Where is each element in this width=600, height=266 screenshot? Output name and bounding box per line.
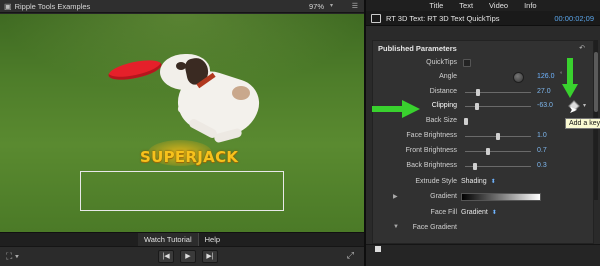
param-label: Back Brightness — [406, 162, 457, 169]
green-arrow-down-icon — [562, 58, 578, 98]
dog-spot — [232, 86, 250, 100]
published-parameters-panel: Published Parameters ↶ QuickTips Angle 1… — [372, 40, 594, 244]
param-label: Face Fill — [430, 209, 457, 216]
slider-knob[interactable] — [474, 103, 479, 110]
chevron-down-icon[interactable]: ▾ — [330, 2, 333, 9]
next-edit-icon[interactable]: ▶| — [202, 250, 218, 263]
text-bounding-box[interactable] — [80, 171, 284, 211]
param-row-face-brightness: Face Brightness 1.0 — [373, 130, 595, 143]
viewer-tabbar: Watch Tutorial Help — [0, 232, 364, 246]
param-label: QuickTips — [426, 59, 457, 66]
slider-knob[interactable] — [464, 118, 469, 125]
reset-icon[interactable]: ↶ — [579, 44, 585, 52]
view-options-icon[interactable]: ⛶ ▾ — [6, 251, 19, 262]
tab-title[interactable]: Title — [421, 0, 451, 11]
disclosure-triangle-icon[interactable]: ▼ — [393, 224, 399, 230]
inspector-footer — [366, 244, 600, 266]
param-value[interactable]: 27.0 — [537, 88, 551, 95]
front-brightness-slider-track[interactable] — [465, 151, 531, 152]
param-value[interactable]: 0.3 — [537, 162, 547, 169]
slider-knob[interactable] — [476, 89, 481, 96]
quicktips-checkbox[interactable] — [463, 59, 471, 67]
param-row-front-brightness: Front Brightness 0.7 — [373, 145, 595, 158]
chevron-updown-icon: ⬍ — [490, 179, 496, 185]
param-label: Clipping — [431, 102, 457, 109]
param-label: Front Brightness — [405, 147, 457, 154]
inspector-pane: Title Text Video Info RT 3D Text: RT 3D … — [366, 0, 600, 266]
angle-dial[interactable] — [513, 72, 524, 83]
face-fill-popup[interactable]: Gradient ⬍ — [461, 209, 497, 216]
tooltip: Add a keyframe — [565, 118, 600, 129]
chevron-down-icon[interactable]: ▾ — [583, 102, 586, 109]
tab-video[interactable]: Video — [481, 0, 516, 11]
film-icon: ▣ — [4, 1, 12, 11]
slider-knob[interactable] — [472, 163, 477, 170]
param-value[interactable]: 0.7 — [537, 147, 547, 154]
stop-icon[interactable] — [375, 246, 381, 252]
param-label: Angle — [439, 73, 457, 80]
play-icon[interactable]: ▶ — [180, 250, 196, 263]
mouse-pointer-icon: ➤ — [569, 105, 578, 116]
param-row-gradient: ▶ Gradient — [373, 191, 595, 204]
param-row-back-brightness: Back Brightness 0.3 — [373, 160, 595, 173]
param-value[interactable]: -63.0 — [537, 102, 553, 109]
transport-controls: |◀ ▶ ▶| — [158, 250, 218, 263]
tab-help[interactable]: Help — [197, 233, 226, 246]
param-label: Face Brightness — [406, 132, 457, 139]
tab-info[interactable]: Info — [516, 0, 545, 11]
param-value[interactable]: 1.0 — [537, 132, 547, 139]
green-arrow-right-icon — [372, 100, 420, 118]
title-clip-icon — [371, 14, 381, 23]
param-label: Face Gradient — [412, 224, 457, 231]
param-row-face-gradient: ▼ Face Gradient — [373, 222, 595, 235]
transport-bar: ⛶ ▾ |◀ ▶ ▶| ⤢ — [0, 246, 364, 266]
zoom-level[interactable]: 97% — [309, 2, 324, 11]
param-row-extrude-style: Extrude Style Shading ⬍ — [373, 176, 595, 189]
param-label: Back Size — [425, 117, 457, 124]
video-canvas[interactable]: SUPERJACK — [0, 14, 364, 232]
inspector-header: RT 3D Text: RT 3D Text QuickTips 00:00:0… — [366, 11, 600, 26]
tab-watch-tutorial[interactable]: Watch Tutorial — [137, 233, 198, 246]
dog-eye — [176, 62, 186, 70]
viewer-pane: ▣ Ripple Tools Examples 97% ▾ ☰ SUPERJAC… — [0, 0, 364, 266]
view-menu-icon[interactable]: ☰ — [352, 2, 358, 10]
previous-edit-icon[interactable]: |◀ — [158, 250, 174, 263]
slider-knob[interactable] — [496, 133, 500, 140]
chevron-updown-icon: ⬍ — [491, 210, 497, 216]
timecode: 00:00:02;09 — [554, 14, 594, 23]
param-row-face-fill: Face Fill Gradient ⬍ — [373, 207, 595, 220]
scrollbar-thumb[interactable] — [594, 52, 598, 112]
fullscreen-icon[interactable]: ⤢ — [347, 250, 354, 261]
overlay-title-text: SUPERJACK — [140, 148, 239, 166]
param-label: Distance — [429, 88, 457, 95]
inspector-tabs: Title Text Video Info — [366, 0, 600, 11]
extrude-style-popup[interactable]: Shading ⬍ — [461, 178, 496, 185]
param-label: Extrude Style — [415, 178, 457, 185]
distance-slider-track[interactable] — [465, 92, 531, 93]
disclosure-triangle-icon[interactable]: ▶ — [393, 193, 398, 200]
gradient-preview[interactable] — [461, 193, 541, 201]
param-value[interactable]: 126.0 — [537, 73, 555, 80]
clip-name: RT 3D Text: RT 3D Text QuickTips — [386, 14, 500, 23]
param-label: Gradient — [430, 193, 457, 200]
slider-knob[interactable] — [486, 148, 491, 155]
panel-title: Published Parameters — [378, 44, 457, 53]
viewer-title: Ripple Tools Examples — [14, 1, 91, 11]
viewer-header: ▣ Ripple Tools Examples 97% ▾ ☰ — [0, 0, 364, 13]
tab-text[interactable]: Text — [451, 0, 481, 11]
